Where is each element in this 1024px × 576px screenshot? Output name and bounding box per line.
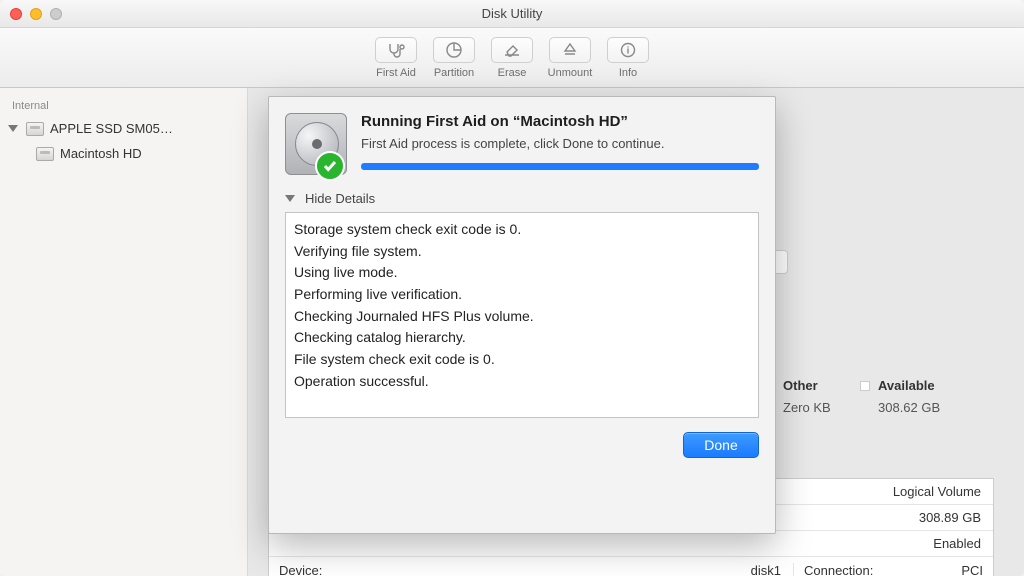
- unmount-button[interactable]: Unmount: [544, 37, 596, 79]
- log-line: Storage system check exit code is 0.: [294, 219, 750, 241]
- log-output: Storage system check exit code is 0. Ver…: [285, 212, 759, 418]
- first-aid-sheet: Running First Aid on “Macintosh HD” Firs…: [268, 96, 776, 534]
- toolbar: First Aid Partition Erase Unmount Info: [0, 28, 1024, 88]
- legend-other-value: Zero KB: [783, 400, 831, 415]
- hide-details-toggle[interactable]: Hide Details: [285, 191, 759, 206]
- hdd-success-icon: [285, 113, 347, 177]
- pie-icon: [433, 37, 475, 63]
- sidebar-item-drive[interactable]: APPLE SSD SM05…: [0, 116, 247, 141]
- toolbar-label: Info: [619, 67, 637, 79]
- info-connection-label: Connection:: [793, 563, 913, 576]
- sidebar: Internal APPLE SSD SM05… Macintosh HD: [0, 88, 248, 576]
- table-row: Enabled: [269, 531, 993, 557]
- legend-available-value: 308.62 GB: [878, 400, 940, 415]
- log-line: File system check exit code is 0.: [294, 349, 750, 371]
- legend-other-label: Other: [783, 378, 818, 393]
- log-line: Checking catalog hierarchy.: [294, 327, 750, 349]
- toggle-label: Hide Details: [305, 191, 375, 206]
- info-connection-value: PCI: [913, 563, 993, 576]
- chevron-down-icon: [285, 195, 295, 202]
- toolbar-label: Erase: [498, 67, 527, 79]
- eject-icon: [549, 37, 591, 63]
- toolbar-label: First Aid: [376, 67, 416, 79]
- legend-available-label: Available: [878, 378, 935, 393]
- toolbar-label: Unmount: [548, 67, 593, 79]
- drive-icon: [26, 122, 44, 136]
- progress-bar: [361, 163, 759, 170]
- info-device-label: Device:: [269, 563, 359, 576]
- log-line: Verifying file system.: [294, 241, 750, 263]
- sheet-subtitle: First Aid process is complete, click Don…: [361, 136, 759, 151]
- info-button[interactable]: Info: [602, 37, 654, 79]
- partition-button[interactable]: Partition: [428, 37, 480, 79]
- check-icon: [315, 151, 345, 181]
- disk-utility-window: Disk Utility First Aid Partition Erase U…: [0, 0, 1024, 576]
- first-aid-button[interactable]: First Aid: [370, 37, 422, 79]
- volume-icon: [36, 147, 54, 161]
- zoom-button[interactable]: [50, 8, 62, 20]
- traffic-lights: [10, 8, 62, 20]
- erase-icon: [491, 37, 533, 63]
- log-line: Checking Journaled HFS Plus volume.: [294, 306, 750, 328]
- sidebar-section-internal: Internal: [0, 96, 247, 116]
- log-line: Performing live verification.: [294, 284, 750, 306]
- toolbar-label: Partition: [434, 67, 474, 79]
- minimize-button[interactable]: [30, 8, 42, 20]
- swatch-available-icon: [860, 381, 870, 391]
- titlebar: Disk Utility: [0, 0, 1024, 28]
- sheet-title: Running First Aid on “Macintosh HD”: [361, 113, 759, 130]
- info-enabled: Enabled: [359, 536, 993, 551]
- log-line: Operation successful.: [294, 371, 750, 393]
- info-icon: [607, 37, 649, 63]
- info-device-value: disk1: [359, 563, 793, 576]
- stethoscope-icon: [375, 37, 417, 63]
- close-button[interactable]: [10, 8, 22, 20]
- sidebar-item-volume[interactable]: Macintosh HD: [0, 141, 247, 166]
- sidebar-item-label: APPLE SSD SM05…: [50, 121, 173, 136]
- table-row: Device: disk1 Connection: PCI: [269, 557, 993, 576]
- sidebar-item-label: Macintosh HD: [60, 146, 142, 161]
- erase-button[interactable]: Erase: [486, 37, 538, 79]
- chevron-down-icon: [8, 125, 18, 132]
- window-title: Disk Utility: [0, 6, 1024, 21]
- log-line: Using live mode.: [294, 262, 750, 284]
- done-button[interactable]: Done: [683, 432, 759, 458]
